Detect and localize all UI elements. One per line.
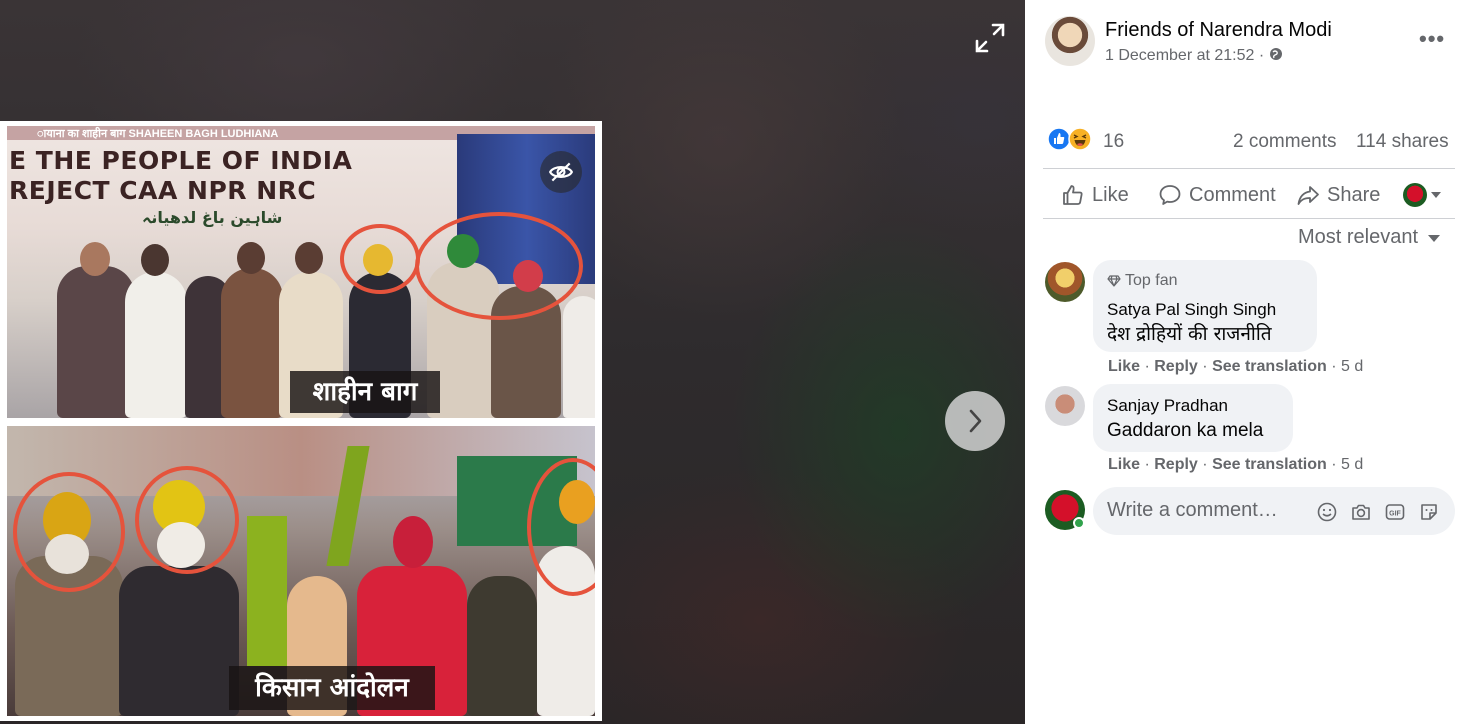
- page-name-link[interactable]: Friends of Narendra Modi: [1105, 19, 1332, 42]
- top-fan-badge: Top fan: [1107, 272, 1177, 290]
- shares-count-link[interactable]: 114 shares: [1356, 131, 1449, 153]
- expand-icon[interactable]: [972, 20, 1008, 56]
- photo-panel-bottom: किसान आंदोलन: [7, 426, 595, 716]
- photo-highlight-circle: [135, 466, 239, 574]
- caret-down-icon: [1431, 192, 1441, 198]
- top-fan-badge-label: Top fan: [1125, 272, 1178, 289]
- photo-caption-top: शाहीन बाग: [290, 371, 440, 413]
- comment-author-avatar[interactable]: [1045, 262, 1085, 302]
- online-status-dot: [1073, 517, 1085, 529]
- comments-count-link[interactable]: 2 comments: [1233, 131, 1336, 153]
- photo-highlight-circle: [13, 472, 125, 592]
- comment-bubble-icon: [1159, 185, 1181, 205]
- comment-sort-label: Most relevant: [1298, 226, 1419, 248]
- comment-meta: Like · Reply · See translation · 5 d: [1108, 358, 1364, 375]
- photo-person: [563, 296, 595, 418]
- share-button-label: Share: [1327, 183, 1381, 206]
- photo-head: [80, 242, 110, 276]
- comment-as-selector[interactable]: [1403, 178, 1441, 212]
- comment-text: देश द्रोहियों की राजनीति: [1107, 323, 1272, 345]
- comment-age[interactable]: 5 d: [1341, 358, 1363, 375]
- gif-icon[interactable]: GIF: [1385, 502, 1405, 522]
- comment-like-link[interactable]: Like: [1108, 358, 1140, 375]
- comment-bubble: Sanjay Pradhan Gaddaron ka mela: [1093, 384, 1293, 452]
- comment-text: Gaddaron ka mela: [1107, 420, 1264, 441]
- reaction-count[interactable]: 16: [1103, 131, 1124, 153]
- comment-reply-link[interactable]: Reply: [1154, 358, 1198, 375]
- comment-bubble: Top fan Satya Pal Singh Singh देश द्रोहि…: [1093, 260, 1317, 352]
- thumbs-up-icon: [1063, 185, 1083, 205]
- share-button[interactable]: Share: [1296, 178, 1380, 212]
- photo-person: [119, 566, 239, 716]
- page-avatar[interactable]: [1045, 16, 1095, 66]
- see-translation-link[interactable]: See translation: [1212, 456, 1327, 473]
- divider: [1043, 168, 1455, 169]
- photo-person: [221, 268, 283, 418]
- chevron-right-icon: [969, 409, 982, 433]
- comment-button[interactable]: Comment: [1158, 178, 1276, 212]
- post-sidebar: Friends of Narendra Modi 1 December at 2…: [1025, 0, 1467, 724]
- camera-icon[interactable]: [1351, 502, 1371, 522]
- photo-caption-bottom: किसान आंदोलन: [229, 666, 435, 710]
- eye-slash-icon[interactable]: [540, 151, 582, 193]
- photo-head: [141, 244, 169, 276]
- comment-author-name[interactable]: Satya Pal Singh Singh: [1107, 300, 1276, 320]
- next-photo-button[interactable]: [945, 391, 1005, 451]
- photo-person: [467, 576, 537, 716]
- photo-highlight-circle: [340, 224, 420, 294]
- see-translation-link[interactable]: See translation: [1212, 358, 1327, 375]
- share-arrow-icon: [1297, 186, 1319, 205]
- emoji-icon[interactable]: [1317, 502, 1337, 522]
- photo-head: [295, 242, 323, 274]
- photo-head: [393, 516, 433, 568]
- photo-banner-line2: REJECT CAA NPR NRC: [9, 176, 317, 205]
- comment-reply-link[interactable]: Reply: [1154, 456, 1198, 473]
- profile-avatar-small: [1403, 183, 1427, 207]
- photo-panel-top: ायाना का शाहीन बाग SHAHEEN BAGH LUDHIANA…: [7, 126, 595, 418]
- comment-sort-dropdown[interactable]: Most relevant: [1298, 226, 1440, 249]
- svg-text:GIF: GIF: [1389, 511, 1401, 518]
- comment-like-link[interactable]: Like: [1108, 456, 1140, 473]
- diamond-badge-icon: [1107, 275, 1121, 287]
- post-timestamp-text: 1 December at 21:52 ·: [1105, 47, 1265, 64]
- photo-person: [57, 266, 135, 418]
- photo-banner-urdu: شاہین باغ لدھیانہ: [142, 208, 283, 227]
- photo-banner-line1: E THE PEOPLE OF INDIA: [9, 146, 353, 175]
- haha-reaction-icon: [1068, 127, 1092, 151]
- photo-viewer: ायाना का शाहीन बाग SHAHEEN BAGH LUDHIANA…: [0, 0, 1025, 724]
- photo-banner-strip-text: ायाना का शाहीन बाग SHAHEEN BAGH LUDHIANA: [37, 128, 279, 140]
- like-button[interactable]: Like: [1061, 178, 1129, 212]
- sticker-icon[interactable]: [1419, 502, 1439, 522]
- more-options-icon[interactable]: •••: [1419, 26, 1449, 51]
- comment-author-avatar[interactable]: [1045, 386, 1085, 426]
- photo-head: [237, 242, 265, 274]
- comment-meta: Like · Reply · See translation · 5 d: [1108, 456, 1364, 473]
- photo-person: [125, 272, 187, 418]
- like-button-label: Like: [1092, 183, 1129, 206]
- post-photo[interactable]: ायाना का शाहीन बाग SHAHEEN BAGH LUDHIANA…: [0, 121, 602, 721]
- reaction-icons[interactable]: [1047, 127, 1092, 151]
- comment-composer[interactable]: GIF: [1093, 487, 1455, 535]
- comment-age[interactable]: 5 d: [1341, 456, 1363, 473]
- photo-highlight-circle: [415, 212, 583, 320]
- comment-input[interactable]: [1107, 499, 1307, 522]
- comment-author-name[interactable]: Sanjay Pradhan: [1107, 396, 1228, 416]
- caret-down-icon: [1427, 235, 1440, 242]
- globe-icon: [1269, 48, 1282, 60]
- divider: [1043, 218, 1455, 219]
- photo-flag: [247, 516, 287, 666]
- comment-button-label: Comment: [1189, 183, 1276, 206]
- post-timestamp[interactable]: 1 December at 21:52 ·: [1105, 47, 1283, 65]
